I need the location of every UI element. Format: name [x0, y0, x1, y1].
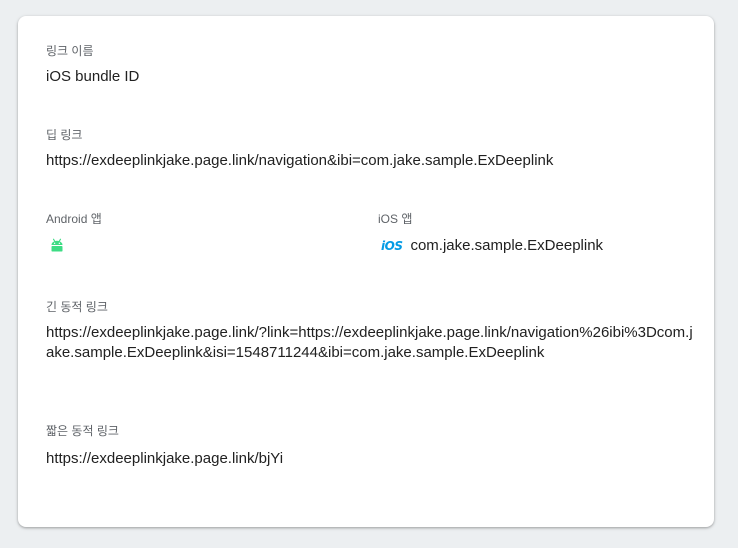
- deep-link-value: https://exdeeplinkjake.page.link/navigat…: [46, 152, 554, 169]
- deep-link-label: 딥 링크: [46, 128, 83, 142]
- android-app-row: [50, 234, 72, 256]
- ios-app-row: iOS com.jake.sample.ExDeeplink: [381, 235, 603, 257]
- link-details-card: 링크 이름 iOS bundle ID 딥 링크 https://exdeepl…: [18, 16, 714, 527]
- long-dynamic-link-value: https://exdeeplinkjake.page.link/?link=h…: [46, 324, 693, 361]
- short-dynamic-link-label: 짧은 동적 링크: [46, 424, 119, 438]
- long-dynamic-link-label: 긴 동적 링크: [46, 300, 108, 314]
- ios-icon: iOS: [381, 239, 403, 253]
- ios-app-value: com.jake.sample.ExDeeplink: [410, 237, 604, 254]
- ios-app-label: iOS 앱: [378, 212, 413, 226]
- android-app-label: Android 앱: [46, 212, 102, 226]
- short-dynamic-link-value: https://exdeeplinkjake.page.link/bjYi: [46, 450, 284, 467]
- link-name-value: iOS bundle ID: [46, 68, 140, 85]
- android-icon: [50, 238, 64, 252]
- link-name-label: 링크 이름: [46, 44, 94, 58]
